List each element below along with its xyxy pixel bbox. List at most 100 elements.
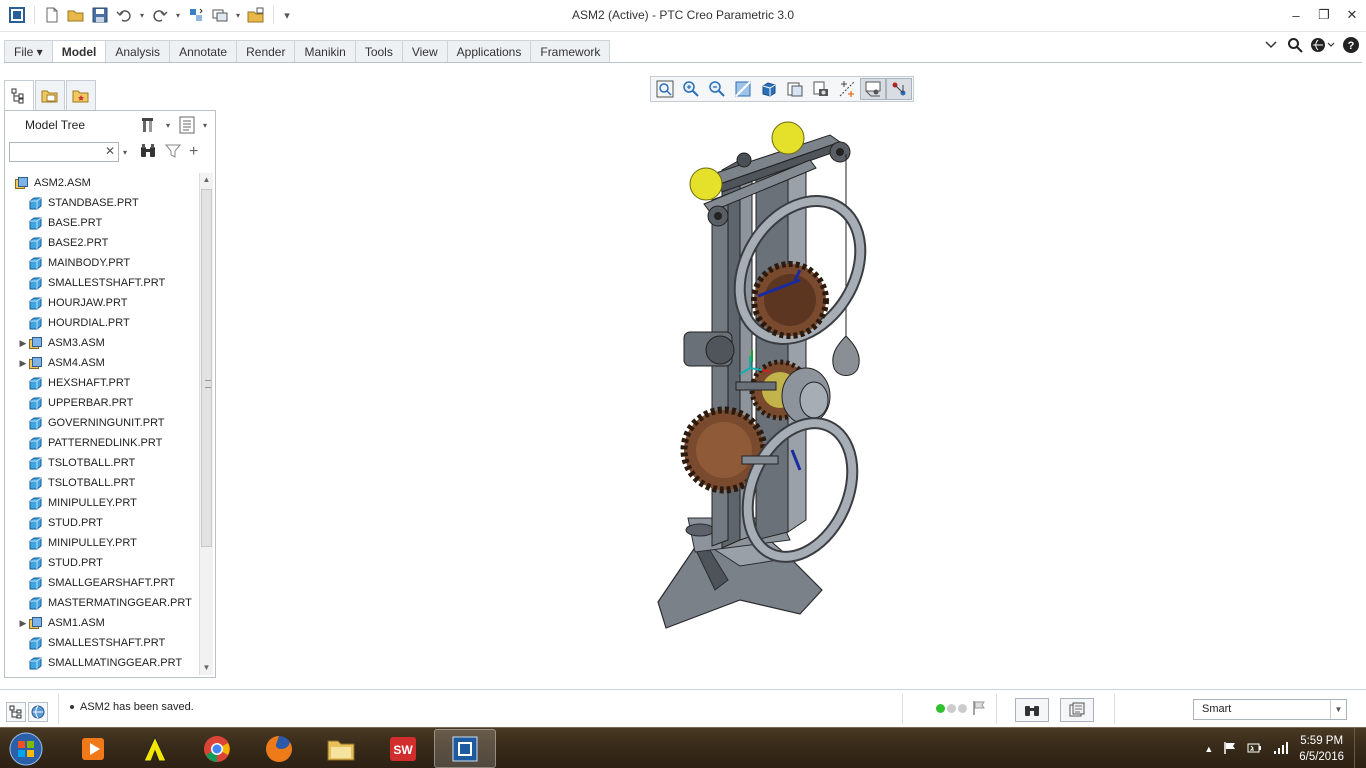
saved-orientations-icon[interactable]	[782, 78, 808, 100]
clock[interactable]: 5:59 PM 6/5/2016	[1299, 733, 1344, 765]
show-dropdown-icon[interactable]: ▾	[199, 121, 211, 130]
toggle-navigator-icon[interactable]	[6, 702, 26, 722]
folder-browser-tab[interactable]	[35, 80, 65, 110]
zoom-out-icon[interactable]	[704, 78, 730, 100]
tree-node[interactable]: HOURJAW.PRT	[9, 293, 201, 313]
view-manager-icon[interactable]	[808, 78, 834, 100]
autocad-icon[interactable]	[124, 729, 186, 768]
power-icon[interactable]	[1247, 741, 1263, 758]
tslot-ball-2	[771, 121, 805, 155]
tab-file[interactable]: File ▾	[4, 40, 53, 63]
solidworks-icon[interactable]: SW	[372, 729, 434, 768]
tree-settings-dropdown-icon[interactable]: ▾	[161, 121, 175, 130]
tab-framework[interactable]: Framework	[531, 40, 611, 63]
favorites-tab[interactable]	[66, 80, 96, 110]
minimize-icon[interactable]: –	[1282, 0, 1310, 30]
tree-node[interactable]: ▶ ASM1.ASM	[9, 613, 201, 633]
chrome-icon[interactable]	[186, 729, 248, 768]
find-icon[interactable]	[139, 143, 157, 162]
regen-status-icon[interactable]	[936, 704, 967, 713]
tab-model[interactable]: Model	[52, 40, 107, 64]
tree-search-input[interactable]	[10, 143, 102, 161]
tree-node[interactable]: MAINBODY.PRT	[9, 253, 201, 273]
repaint-icon[interactable]	[730, 78, 756, 100]
help-icon[interactable]: ?	[1342, 36, 1360, 54]
search-icon[interactable]	[1286, 36, 1304, 54]
tree-node[interactable]: HEXSHAFT.PRT	[9, 373, 201, 393]
media-player-icon[interactable]	[62, 729, 124, 768]
selection-icon	[1069, 702, 1085, 717]
model-tree-tab[interactable]	[4, 80, 34, 110]
tree-node-label: SMALLESTSHAFT.PRT	[48, 637, 166, 649]
firefox-icon[interactable]	[248, 729, 310, 768]
creo-icon[interactable]	[434, 729, 496, 768]
tree-node[interactable]: TSLOTBALL.PRT	[9, 453, 201, 473]
tree-node[interactable]: BASE2.PRT	[9, 233, 201, 253]
scroll-down-icon[interactable]: ▼	[200, 661, 213, 675]
tab-view[interactable]: View	[402, 40, 448, 63]
tree-node[interactable]: UPPERBAR.PRT	[9, 393, 201, 413]
tab-annotate[interactable]: Annotate	[170, 40, 238, 63]
tree-root[interactable]: ASM2.ASM	[9, 173, 201, 193]
network-icon[interactable]	[1273, 741, 1289, 758]
tab-manikin[interactable]: Manikin	[295, 40, 356, 63]
tab-applications[interactable]: Applications	[447, 40, 532, 63]
expand-arrow-icon[interactable]: ▶	[17, 618, 29, 629]
assembly-model-view[interactable]	[640, 120, 900, 630]
tree-node[interactable]: TSLOTBALL.PRT	[9, 473, 201, 493]
message-area: ASM2 has been saved.	[70, 701, 194, 713]
display-style-icon[interactable]	[756, 78, 782, 100]
find-button[interactable]	[1015, 698, 1049, 722]
tree-node[interactable]: STANDBASE.PRT	[9, 193, 201, 213]
show-hidden-icons[interactable]: ▲	[1204, 744, 1213, 754]
restore-icon[interactable]: ❐	[1310, 0, 1338, 30]
expand-arrow-icon[interactable]: ▶	[17, 358, 29, 369]
refit-icon[interactable]	[652, 78, 678, 100]
tree-node[interactable]: PATTERNEDLINK.PRT	[9, 433, 201, 453]
datum-display-icon[interactable]	[834, 78, 860, 100]
tree-node[interactable]: SMALLMATINGGEAR.PRT	[9, 653, 201, 673]
clear-search-icon[interactable]: ✕	[105, 144, 115, 158]
start-button[interactable]	[6, 730, 46, 768]
scroll-thumb[interactable]	[201, 189, 212, 547]
community-icon[interactable]	[1310, 36, 1336, 54]
selection-box-button[interactable]	[1060, 698, 1094, 722]
tree-node[interactable]: MINIPULLEY.PRT	[9, 533, 201, 553]
file-explorer-icon[interactable]	[310, 729, 372, 768]
tree-node[interactable]: MASTERMATINGGEAR.PRT	[9, 593, 201, 613]
show-icon[interactable]	[177, 115, 197, 135]
action-center-icon[interactable]	[1223, 741, 1237, 758]
show-desktop-button[interactable]	[1354, 728, 1366, 768]
tree-node[interactable]: ▶ ASM3.ASM	[9, 333, 201, 353]
flag-icon[interactable]	[972, 700, 986, 719]
tree-node[interactable]: SMALLGEARSHAFT.PRT	[9, 573, 201, 593]
minimize-ribbon-icon[interactable]	[1262, 36, 1280, 54]
tree-node[interactable]: ▶ ASM4.ASM	[9, 353, 201, 373]
tree-search-row: ✕ ▾ +	[9, 141, 213, 163]
scroll-up-icon[interactable]: ▲	[200, 173, 213, 187]
tree-scrollbar[interactable]: ▲ ▼	[199, 173, 213, 675]
tree-node[interactable]: GOVERNINGUNIT.PRT	[9, 413, 201, 433]
tab-render[interactable]: Render	[237, 40, 296, 63]
add-column-icon[interactable]: +	[189, 143, 198, 161]
tree-node[interactable]: HOURDIAL.PRT	[9, 313, 201, 333]
tab-tools[interactable]: Tools	[355, 40, 403, 63]
toggle-browser-icon[interactable]	[28, 702, 48, 722]
zoom-in-icon[interactable]	[678, 78, 704, 100]
tree-node[interactable]: STUD.PRT	[9, 513, 201, 533]
expand-arrow-icon[interactable]: ▶	[17, 338, 29, 349]
annotation-display-icon[interactable]	[886, 78, 912, 100]
tree-node[interactable]: BASE.PRT	[9, 213, 201, 233]
tree-node[interactable]: STUD.PRT	[9, 553, 201, 573]
selection-filter-select[interactable]: Smart ▼	[1193, 699, 1347, 720]
tree-node[interactable]: MINIPULLEY.PRT	[9, 493, 201, 513]
tree-node[interactable]: SMALLESTSHAFT.PRT	[9, 273, 201, 293]
tree-settings-icon[interactable]	[139, 115, 159, 135]
filter-icon[interactable]	[164, 143, 182, 162]
tree-node[interactable]: SMALLESTSHAFT.PRT	[9, 633, 201, 653]
tab-analysis[interactable]: Analysis	[106, 40, 171, 63]
selection-filter-dropdown-icon[interactable]: ▼	[1330, 700, 1346, 719]
search-dropdown-icon[interactable]: ▾	[123, 148, 127, 157]
spin-center-icon[interactable]	[860, 78, 886, 100]
close-icon[interactable]: ✕	[1338, 0, 1366, 30]
